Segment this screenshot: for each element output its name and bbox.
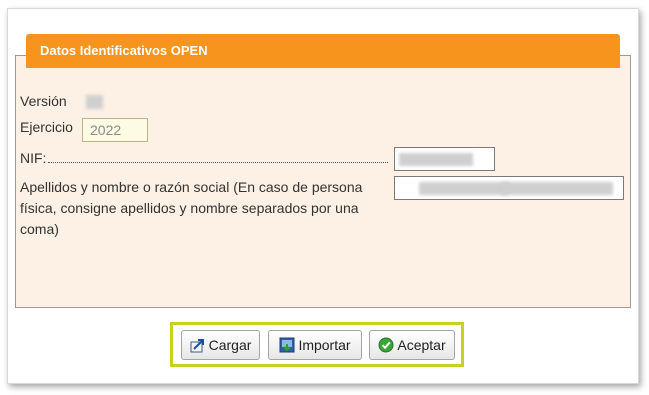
apellidos-value-redacted-1 bbox=[419, 182, 509, 195]
aceptar-label: Aceptar bbox=[397, 337, 446, 353]
nif-leader-dots bbox=[48, 162, 388, 163]
import-icon bbox=[279, 337, 295, 353]
aceptar-button[interactable]: Aceptar bbox=[369, 330, 455, 360]
apellidos-label-line-3: coma) bbox=[20, 221, 59, 237]
cargar-button[interactable]: Cargar bbox=[181, 330, 260, 360]
nif-label: NIF: bbox=[20, 150, 47, 166]
version-value-redacted bbox=[86, 95, 103, 109]
cargar-label: Cargar bbox=[208, 337, 252, 353]
nif-value-redacted bbox=[399, 153, 473, 166]
apellidos-label: Apellidos y nombre o razón social (En ca… bbox=[20, 177, 362, 240]
accept-check-icon bbox=[378, 337, 394, 353]
ejercicio-field[interactable]: 2022 bbox=[82, 118, 148, 142]
apellidos-label-line-2: física, consigne apellidos y nombre sepa… bbox=[20, 200, 359, 216]
importar-label: Importar bbox=[298, 337, 351, 353]
section-header: Datos Identificativos OPEN bbox=[26, 34, 620, 68]
apellidos-input[interactable] bbox=[394, 176, 624, 200]
apellidos-value-redacted-2 bbox=[501, 182, 613, 195]
importar-button[interactable]: Importar bbox=[268, 330, 362, 360]
version-label: Versión bbox=[20, 93, 67, 109]
ejercicio-label: Ejercicio bbox=[20, 119, 73, 135]
apellidos-label-line-1: Apellidos y nombre o razón social (En ca… bbox=[20, 179, 363, 195]
load-icon bbox=[190, 339, 204, 353]
nif-input[interactable] bbox=[394, 147, 495, 171]
